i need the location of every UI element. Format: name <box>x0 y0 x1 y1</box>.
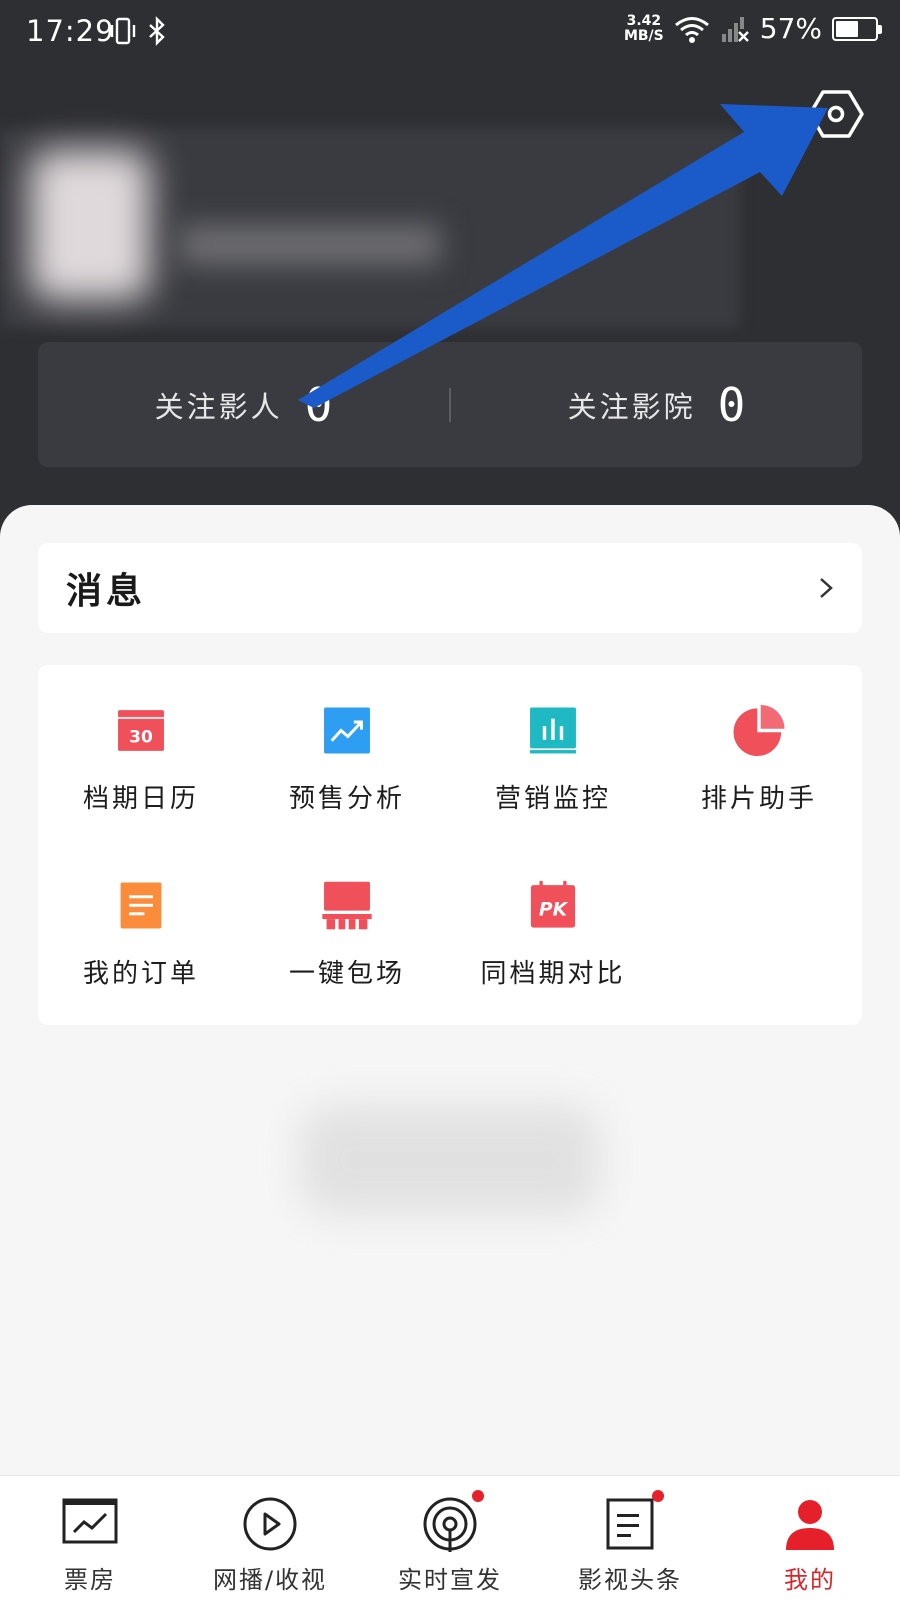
vibrate-icon <box>110 17 136 45</box>
followed-people-count: 0 <box>304 377 333 432</box>
svg-text:PK: PK <box>539 900 569 921</box>
calendar-icon: 30 <box>118 710 164 751</box>
username-blurred <box>180 225 440 265</box>
pk-calendar-icon: PK <box>530 880 576 928</box>
play-icon <box>243 1497 297 1551</box>
followed-people[interactable]: 关注影人 0 <box>38 378 449 432</box>
notification-dot <box>472 1490 484 1502</box>
bar-chart-icon <box>530 707 576 754</box>
svg-text:30: 30 <box>129 727 153 747</box>
battery-percent: 57% <box>759 12 822 45</box>
tool-presale-analysis[interactable]: 预售分析 <box>244 665 450 815</box>
broadcast-icon <box>423 1497 477 1552</box>
follow-stats: 关注影人 0 关注影院 0 <box>38 342 862 467</box>
tool-private-screening[interactable]: 一键包场 <box>244 840 450 990</box>
news-icon <box>606 1498 654 1550</box>
tool-schedule-calendar[interactable]: 30 档期日历 <box>38 665 244 815</box>
wifi-icon <box>674 16 709 43</box>
tool-marketing-monitor[interactable]: 营销监控 <box>450 665 656 815</box>
signal-off-icon <box>721 16 749 42</box>
box-office-icon <box>62 1498 118 1544</box>
blurred-content <box>300 1105 600 1215</box>
battery-icon <box>832 16 882 41</box>
status-bar: 17:29 3.42 MB/S 57% <box>0 0 900 62</box>
tool-my-orders[interactable]: 我的订单 <box>38 840 244 990</box>
followed-cinemas[interactable]: 关注影院 0 <box>451 378 862 432</box>
pie-chart-icon <box>733 705 785 756</box>
nav-box-office[interactable]: 票房 <box>0 1476 180 1600</box>
followed-cinemas-count: 0 <box>717 377 746 432</box>
notification-dot <box>652 1490 664 1502</box>
bottom-nav: 票房 网播/收视 实时宣发 影视头条 我的 <box>0 1475 900 1600</box>
nav-mine[interactable]: 我的 <box>720 1476 900 1600</box>
status-time: 17:29 <box>26 14 115 48</box>
trend-chart-icon <box>324 707 370 754</box>
tool-same-period-compare[interactable]: PK 同档期对比 <box>450 840 656 990</box>
nav-realtime-promo[interactable]: 实时宣发 <box>360 1476 540 1600</box>
tools-grid: 30 档期日历 预售分析 营销监控 排片助手 我的订单 一键包场 PK 同档期对… <box>38 665 862 1025</box>
chevron-right-icon <box>820 578 833 598</box>
nav-streaming-ratings[interactable]: 网播/收视 <box>180 1476 360 1600</box>
messages-row[interactable]: 消息 <box>38 543 862 633</box>
main-panel: 消息 30 档期日历 预售分析 营销监控 排片助手 我的订单 一键包场 PK 同… <box>0 505 900 1475</box>
user-icon <box>786 1500 834 1550</box>
cinema-seats-icon <box>322 881 372 930</box>
bluetooth-icon <box>149 16 165 46</box>
avatar[interactable] <box>30 150 150 300</box>
network-speed: 3.42 MB/S <box>623 12 664 44</box>
settings-icon[interactable] <box>808 86 864 142</box>
nav-news-headlines[interactable]: 影视头条 <box>540 1476 720 1600</box>
messages-title: 消息 <box>66 571 147 612</box>
tool-scheduling-assistant[interactable]: 排片助手 <box>656 665 862 815</box>
document-icon <box>120 882 162 929</box>
